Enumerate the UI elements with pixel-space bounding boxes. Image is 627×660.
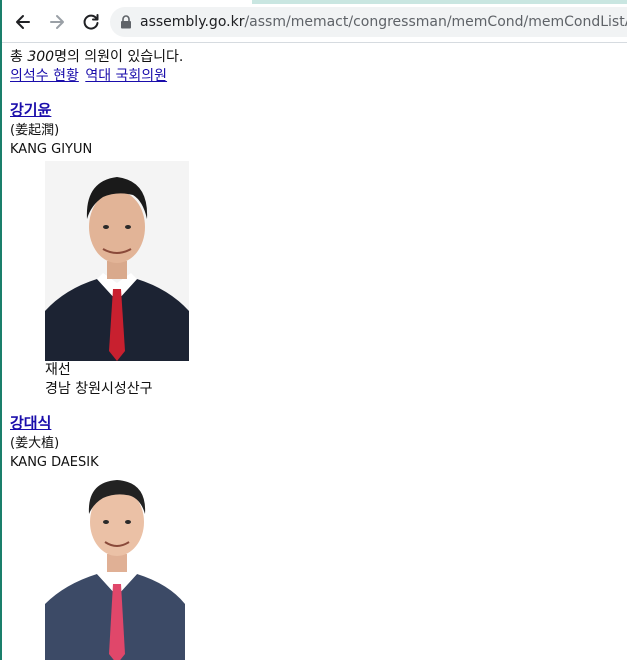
member-name-link[interactable]: 강대식 [10, 414, 51, 433]
member-english-name: KANG GIYUN [10, 142, 93, 157]
url-path: /assm/memact/congressman/memCond/memCond… [244, 14, 627, 30]
member-term: 재선 [45, 362, 71, 378]
arrow-left-icon [16, 15, 30, 29]
tab-strip-accent [252, 0, 627, 4]
member-photo-block [45, 474, 625, 660]
url-host: assembly.go.kr [140, 14, 245, 30]
count-suffix: 명의 의원이 있습니다. [54, 49, 184, 65]
page-content: 총 300명의 의원이 있습니다. 의석수 현황 역대 국회의원 강기윤 (姜起… [10, 48, 625, 660]
page-links: 의석수 현황 역대 국회의원 [10, 67, 625, 86]
past-members-link[interactable]: 역대 국회의원 [85, 68, 167, 84]
member-english-name: KANG DAESIK [10, 455, 99, 470]
reload-icon [83, 14, 99, 30]
member-name-link[interactable]: 강기윤 [10, 101, 51, 120]
member-photo [45, 474, 189, 660]
member-count: 300 [27, 49, 55, 65]
member-entry: 강기윤 (姜起潤) KANG GIYUN 재선 경남 창원시성산구 [10, 101, 625, 399]
member-count-line: 총 300명의 의원이 있습니다. [10, 48, 625, 67]
member-entry: 강대식 (姜大植) KANG DAESIK [10, 414, 625, 660]
member-photo-block: 재선 경남 창원시성산구 [45, 161, 625, 399]
seat-status-link[interactable]: 의석수 현황 [10, 68, 79, 84]
back-button[interactable] [10, 9, 36, 35]
member-photo [45, 161, 189, 361]
address-bar[interactable]: assembly.go.kr/assm/memact/congressman/m… [110, 7, 627, 37]
member-district: 경남 창원시성산구 [45, 381, 153, 397]
member-hanja: (姜大植) [10, 436, 60, 451]
forward-button[interactable] [44, 9, 70, 35]
member-hanja: (姜起潤) [10, 123, 60, 138]
browser-window: assembly.go.kr/assm/memact/congressman/m… [0, 0, 627, 660]
count-prefix: 총 [10, 49, 28, 65]
arrow-right-icon [50, 15, 64, 29]
reload-button[interactable] [78, 9, 104, 35]
lock-icon[interactable] [120, 14, 132, 30]
browser-toolbar: assembly.go.kr/assm/memact/congressman/m… [2, 0, 627, 43]
